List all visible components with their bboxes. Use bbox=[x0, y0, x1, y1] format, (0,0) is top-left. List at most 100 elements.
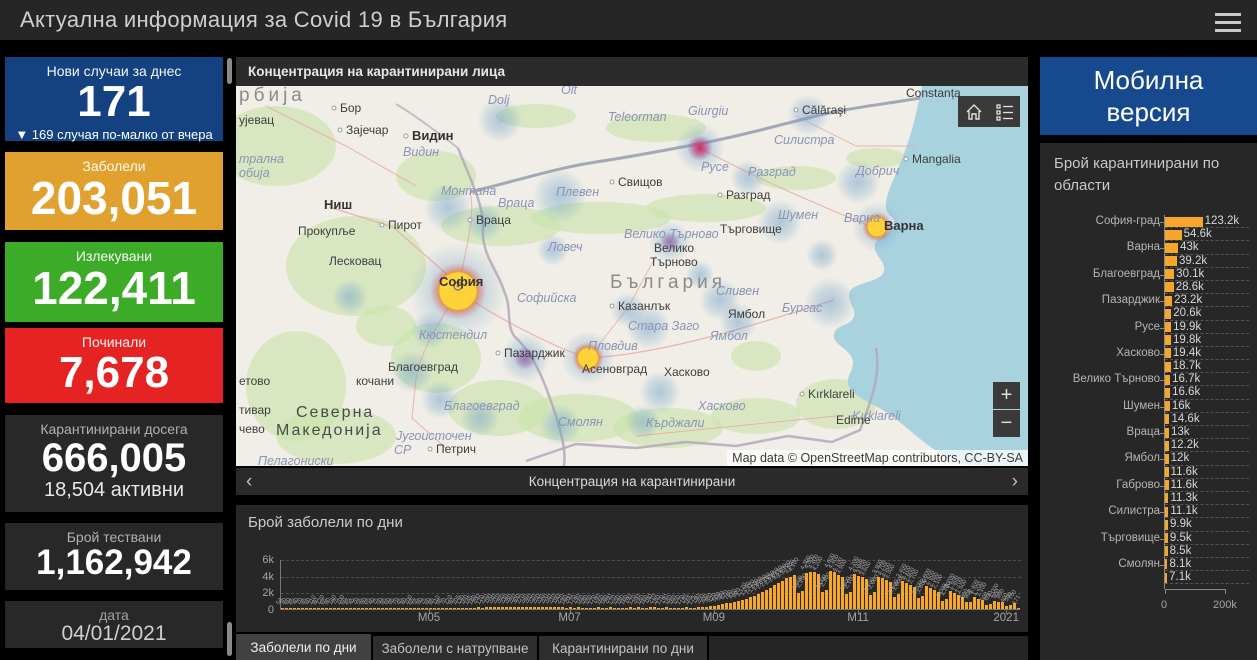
daily-bar[interactable] bbox=[777, 582, 780, 609]
region-bar[interactable] bbox=[1165, 493, 1169, 504]
region-bar[interactable] bbox=[1165, 374, 1171, 385]
daily-bar[interactable] bbox=[733, 601, 736, 609]
daily-bar[interactable] bbox=[725, 603, 728, 609]
daily-bar[interactable] bbox=[565, 607, 568, 609]
daily-bar[interactable] bbox=[385, 608, 388, 609]
daily-bar[interactable] bbox=[625, 607, 628, 609]
daily-bar[interactable] bbox=[285, 608, 288, 609]
region-bar[interactable] bbox=[1165, 519, 1169, 530]
daily-bar[interactable] bbox=[805, 573, 808, 609]
daily-bar[interactable] bbox=[801, 590, 804, 609]
daily-bar[interactable] bbox=[469, 607, 472, 609]
daily-bar[interactable] bbox=[449, 608, 452, 609]
region-bar[interactable] bbox=[1165, 242, 1179, 253]
daily-bar[interactable] bbox=[929, 588, 932, 609]
daily-bar[interactable] bbox=[473, 607, 476, 609]
daily-bar[interactable] bbox=[325, 608, 328, 609]
daily-bar[interactable] bbox=[389, 608, 392, 609]
daily-bar[interactable] bbox=[441, 608, 444, 609]
daily-bar[interactable] bbox=[917, 598, 920, 609]
daily-bar[interactable] bbox=[333, 607, 336, 609]
daily-bar[interactable] bbox=[685, 607, 688, 609]
daily-bar[interactable] bbox=[757, 594, 760, 609]
daily-bar[interactable] bbox=[301, 608, 304, 609]
daily-bar[interactable] bbox=[501, 606, 504, 609]
region-bar[interactable] bbox=[1165, 348, 1171, 359]
daily-bar[interactable] bbox=[377, 608, 380, 609]
daily-bar[interactable] bbox=[681, 607, 684, 609]
daily-bar[interactable] bbox=[765, 590, 768, 609]
daily-bar[interactable] bbox=[973, 597, 976, 609]
daily-bar[interactable] bbox=[485, 607, 488, 609]
daily-bar[interactable] bbox=[381, 608, 384, 609]
daily-bar[interactable] bbox=[293, 608, 296, 609]
stat-card-recovered[interactable]: Излекувани 122,411 bbox=[5, 242, 223, 322]
region-bar[interactable] bbox=[1165, 335, 1172, 346]
daily-bar[interactable] bbox=[549, 607, 552, 609]
daily-bar[interactable] bbox=[1017, 607, 1020, 609]
daily-bar[interactable] bbox=[745, 598, 748, 609]
daily-bar[interactable] bbox=[545, 607, 548, 609]
region-bar[interactable] bbox=[1165, 453, 1169, 464]
daily-bar[interactable] bbox=[517, 606, 520, 609]
daily-bar[interactable] bbox=[601, 607, 604, 609]
daily-bar[interactable] bbox=[769, 587, 772, 609]
region-bar[interactable] bbox=[1165, 572, 1168, 583]
region-bar[interactable] bbox=[1165, 440, 1169, 451]
region-bar[interactable] bbox=[1165, 256, 1177, 267]
daily-bar[interactable] bbox=[345, 608, 348, 609]
daily-bar[interactable] bbox=[313, 608, 316, 609]
daily-bar[interactable] bbox=[853, 574, 856, 609]
daily-bar[interactable] bbox=[749, 597, 752, 609]
daily-bar[interactable] bbox=[637, 607, 640, 609]
daily-bar[interactable] bbox=[329, 608, 332, 609]
daily-bar[interactable] bbox=[737, 600, 740, 609]
daily-bar[interactable] bbox=[861, 577, 864, 609]
daily-bar[interactable] bbox=[697, 607, 700, 609]
region-bar[interactable] bbox=[1165, 387, 1171, 398]
home-icon[interactable] bbox=[958, 96, 989, 127]
map-canvas[interactable]: рбија ујевац тралнаобија Бор Зајечар Видин Вид… bbox=[236, 86, 1028, 466]
daily-bar[interactable] bbox=[993, 600, 996, 609]
daily-bar[interactable] bbox=[305, 608, 308, 609]
daily-bar[interactable] bbox=[633, 607, 636, 609]
daily-bar[interactable] bbox=[445, 608, 448, 609]
daily-bar[interactable] bbox=[493, 607, 496, 609]
daily-bar[interactable] bbox=[461, 607, 464, 609]
region-bar[interactable] bbox=[1165, 480, 1169, 491]
daily-bar[interactable] bbox=[857, 575, 860, 609]
daily-bar[interactable] bbox=[525, 607, 528, 609]
daily-bar[interactable] bbox=[641, 607, 644, 609]
daily-bar[interactable] bbox=[593, 607, 596, 609]
daily-bar[interactable] bbox=[425, 608, 428, 609]
stat-card-new-cases[interactable]: Нови случаи за днес 171 ▼ 169 случая по-… bbox=[5, 57, 223, 142]
daily-bar[interactable] bbox=[985, 604, 988, 609]
daily-bar[interactable] bbox=[573, 607, 576, 609]
daily-bar[interactable] bbox=[557, 607, 560, 609]
daily-bar[interactable] bbox=[621, 607, 624, 609]
carousel-prev-icon[interactable]: ‹ bbox=[236, 470, 262, 494]
daily-bar[interactable] bbox=[785, 578, 788, 609]
daily-bar[interactable] bbox=[1005, 605, 1008, 609]
region-bar[interactable] bbox=[1165, 361, 1171, 372]
daily-bar[interactable] bbox=[569, 607, 572, 609]
daily-bar[interactable] bbox=[553, 607, 556, 609]
daily-bar[interactable] bbox=[393, 608, 396, 609]
daily-bar[interactable] bbox=[577, 607, 580, 609]
daily-bar[interactable] bbox=[837, 574, 840, 609]
daily-bar[interactable] bbox=[421, 608, 424, 609]
daily-bar[interactable] bbox=[477, 607, 480, 609]
daily-bar[interactable] bbox=[921, 595, 924, 609]
daily-bar[interactable] bbox=[649, 607, 652, 609]
daily-bar[interactable] bbox=[589, 607, 592, 609]
tab-cumulative-cases[interactable]: Заболели с натрупване bbox=[373, 636, 537, 660]
daily-bar[interactable] bbox=[869, 594, 872, 609]
daily-bar[interactable] bbox=[933, 589, 936, 609]
stat-card-date[interactable]: дата 04/01/2021 bbox=[5, 601, 223, 648]
daily-bar[interactable] bbox=[653, 607, 656, 609]
daily-bar[interactable] bbox=[885, 579, 888, 609]
daily-bar[interactable] bbox=[309, 608, 312, 609]
zoom-in-button[interactable]: + bbox=[993, 382, 1020, 409]
region-bar[interactable] bbox=[1165, 401, 1170, 412]
daily-bar[interactable] bbox=[413, 608, 416, 609]
